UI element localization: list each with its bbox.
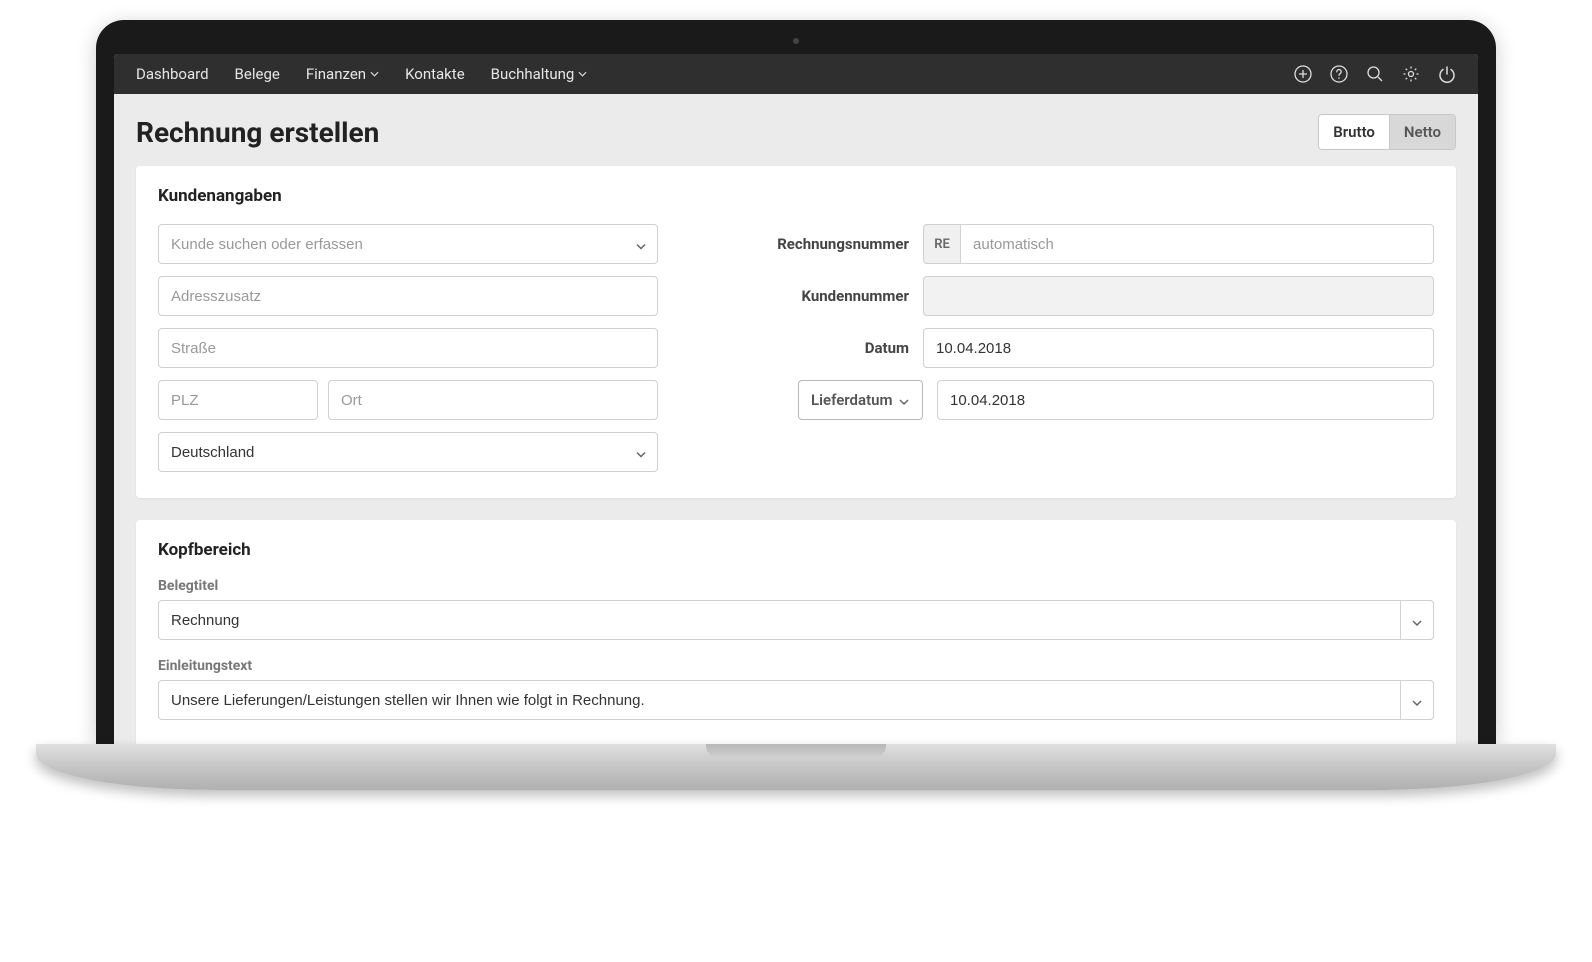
chevron-down-icon xyxy=(899,391,909,409)
nav-finanzen[interactable]: Finanzen xyxy=(306,65,379,83)
customer-left-col xyxy=(158,224,658,472)
intro-text-input[interactable] xyxy=(158,680,1434,720)
page-header: Rechnung erstellen Brutto Netto xyxy=(114,94,1478,166)
delivery-date-wrapper: Lieferdatum xyxy=(798,380,923,420)
intro-dropdown-button[interactable] xyxy=(1400,680,1434,720)
customer-card-title: Kundenangaben xyxy=(158,186,1434,206)
chevron-down-icon xyxy=(1412,611,1422,630)
intro-label: Einleitungstext xyxy=(158,658,1434,674)
page-title: Rechnung erstellen xyxy=(136,116,379,149)
zip-input[interactable] xyxy=(158,380,318,420)
date-label: Datum xyxy=(748,339,923,357)
nav-items: Dashboard Belege Finanzen Kontakte xyxy=(136,65,587,83)
customer-card: Kundenangaben xyxy=(136,166,1456,498)
laptop-frame: Dashboard Belege Finanzen Kontakte xyxy=(96,20,1496,790)
search-icon[interactable] xyxy=(1366,65,1384,83)
delivery-date-button[interactable]: Lieferdatum xyxy=(798,380,923,420)
invoice-number-label: Rechnungsnummer xyxy=(748,235,923,253)
laptop-bezel: Dashboard Belege Finanzen Kontakte xyxy=(96,20,1496,744)
customer-search-input[interactable] xyxy=(158,224,658,264)
invoice-number-input[interactable] xyxy=(960,224,1434,264)
chevron-down-icon xyxy=(578,71,587,77)
nav-kontakte[interactable]: Kontakte xyxy=(405,65,465,83)
head-card-title: Kopfbereich xyxy=(158,540,1434,560)
brutto-netto-toggle: Brutto Netto xyxy=(1318,114,1456,150)
delivery-date-input[interactable] xyxy=(937,380,1434,420)
doc-title-label: Belegtitel xyxy=(158,578,1434,594)
nav-dashboard[interactable]: Dashboard xyxy=(136,65,209,83)
customer-number-input[interactable] xyxy=(923,276,1434,316)
doc-title-input[interactable] xyxy=(158,600,1434,640)
help-icon[interactable] xyxy=(1330,65,1348,83)
top-nav: Dashboard Belege Finanzen Kontakte xyxy=(114,54,1478,94)
nav-belege[interactable]: Belege xyxy=(235,65,280,83)
nav-label: Dashboard xyxy=(136,65,209,83)
doc-title-dropdown-button[interactable] xyxy=(1400,600,1434,640)
chevron-down-icon xyxy=(1412,691,1422,710)
laptop-notch xyxy=(706,744,886,758)
content-area: Kundenangaben xyxy=(114,166,1478,744)
chevron-down-icon xyxy=(370,71,379,77)
add-icon[interactable] xyxy=(1294,65,1312,83)
country-select[interactable] xyxy=(158,432,658,472)
nav-right xyxy=(1294,65,1456,83)
invoice-prefix: RE xyxy=(923,224,960,264)
city-input[interactable] xyxy=(328,380,658,420)
app-viewport: Dashboard Belege Finanzen Kontakte xyxy=(114,54,1478,744)
customer-right-col: Rechnungsnummer RE Kundennummer xyxy=(748,224,1434,472)
date-input[interactable] xyxy=(923,328,1434,368)
nav-label: Belege xyxy=(235,65,280,83)
address-addition-input[interactable] xyxy=(158,276,658,316)
netto-button[interactable]: Netto xyxy=(1389,115,1455,149)
camera-dot xyxy=(793,38,799,44)
street-input[interactable] xyxy=(158,328,658,368)
gear-icon[interactable] xyxy=(1402,65,1420,83)
delivery-date-btn-label: Lieferdatum xyxy=(811,391,893,409)
customer-two-col: Rechnungsnummer RE Kundennummer xyxy=(158,224,1434,472)
power-icon[interactable] xyxy=(1438,65,1456,83)
brutto-button[interactable]: Brutto xyxy=(1319,115,1389,149)
laptop-base xyxy=(36,744,1556,790)
nav-label: Buchhaltung xyxy=(491,65,575,83)
head-card: Kopfbereich Belegtitel Einleitungstext xyxy=(136,520,1456,744)
nav-label: Kontakte xyxy=(405,65,465,83)
customer-number-label: Kundennummer xyxy=(748,287,923,305)
nav-buchhaltung[interactable]: Buchhaltung xyxy=(491,65,588,83)
nav-label: Finanzen xyxy=(306,65,366,83)
